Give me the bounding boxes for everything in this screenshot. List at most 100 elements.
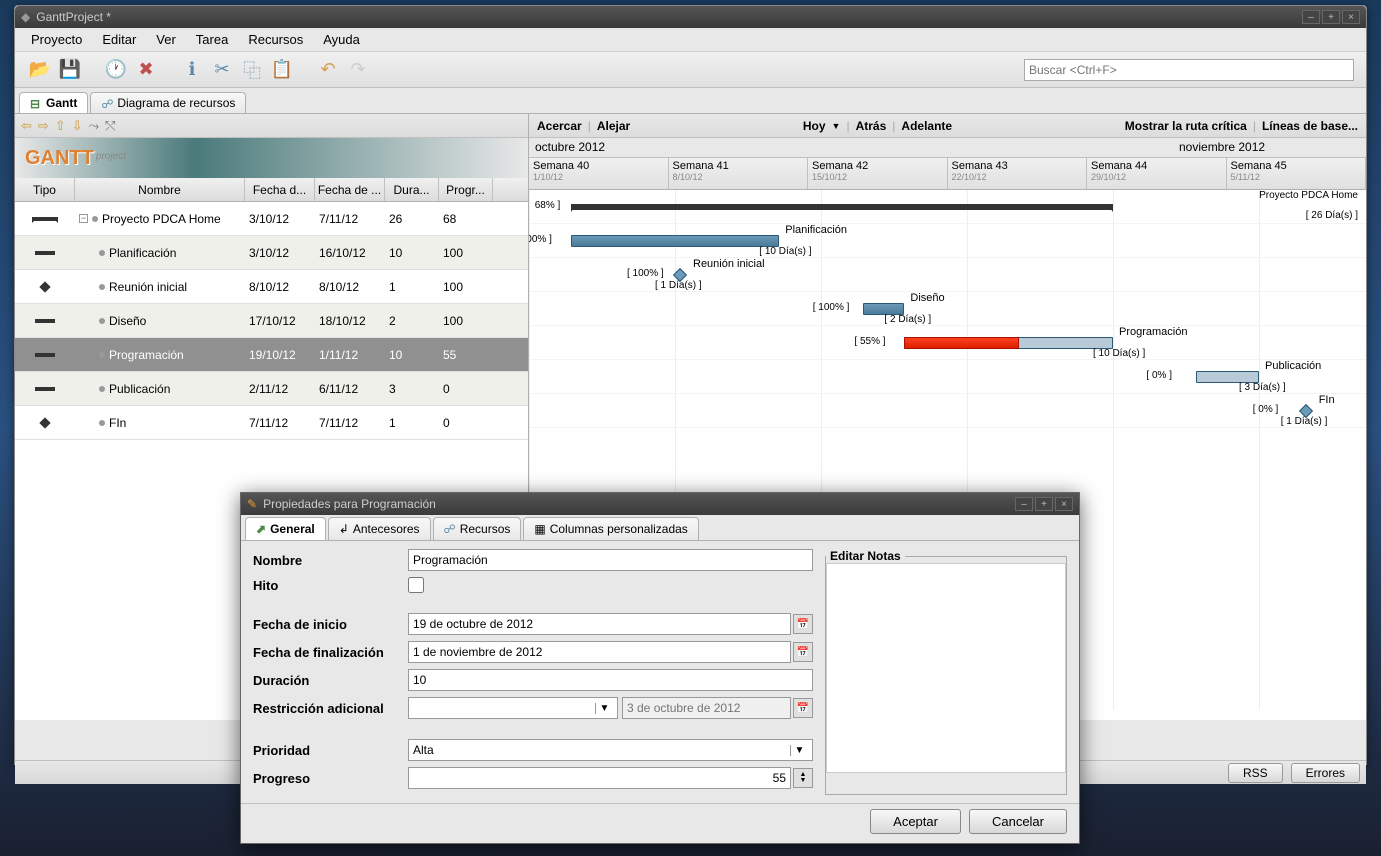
dialog-titlebar[interactable]: ✎ Propiedades para Programación – + × (241, 493, 1079, 515)
dialog-tab-general[interactable]: ⬈ General (245, 517, 326, 540)
redo-icon[interactable]: ↷ (345, 57, 371, 83)
search-input[interactable] (1024, 59, 1354, 81)
constraint-date-field[interactable] (622, 697, 791, 719)
task-row[interactable]: Planificación3/10/1216/10/1210100 (15, 236, 528, 270)
save-icon[interactable]: 💾 (57, 57, 83, 83)
priority-combo[interactable]: Alta ▼ (408, 739, 813, 761)
bar-label: Programación (1119, 326, 1187, 338)
start-date-field[interactable] (408, 613, 791, 635)
task-bar-done[interactable] (904, 337, 1019, 349)
today-dropdown-icon[interactable]: ▼ (832, 121, 841, 131)
baselines-button[interactable]: Líneas de base... (1262, 119, 1358, 133)
dialog-tab-custom[interactable]: ▦ Columnas personalizadas (523, 517, 698, 540)
open-icon[interactable]: 📂 (27, 57, 53, 83)
task-row[interactable]: −Proyecto PDCA Home3/10/127/11/122668 (15, 202, 528, 236)
task-row[interactable]: Programación19/10/121/11/121055 (15, 338, 528, 372)
paste-icon[interactable]: 📋 (269, 57, 295, 83)
notes-textarea[interactable] (826, 563, 1066, 773)
menu-task[interactable]: Tarea (188, 29, 237, 50)
task-row[interactable]: Publicación2/11/126/11/1230 (15, 372, 528, 406)
chart-row: Planificación100% ][ 10 Día(s) ] (529, 224, 1366, 258)
unlink-icon[interactable]: ⤳ (87, 116, 101, 136)
nav-down-icon[interactable]: ⇩ (70, 116, 85, 136)
nav-back-icon[interactable]: ⇦ (19, 116, 34, 136)
bullet-icon (99, 352, 105, 358)
zoom-in-button[interactable]: Acercar (537, 119, 582, 133)
milestone-icon (39, 417, 50, 428)
bar-progress-label: [ 55% ] (854, 336, 885, 347)
bar-progress-label: [ 100% ] (813, 302, 850, 313)
today-button[interactable]: Hoy (803, 119, 826, 133)
menu-view[interactable]: Ver (148, 29, 184, 50)
task-progress: 0 (439, 382, 493, 396)
week-column-header: Semana 418/10/12 (669, 158, 809, 189)
end-date-field[interactable] (408, 641, 791, 663)
col-start[interactable]: Fecha d... (245, 178, 315, 201)
bar-duration-label: [ 1 Día(s) ] (655, 280, 702, 291)
task-row[interactable]: Reunión inicial8/10/128/10/121100 (15, 270, 528, 304)
maximize-button[interactable]: + (1322, 10, 1340, 24)
task-progress: 55 (439, 348, 493, 362)
menu-edit[interactable]: Editar (94, 29, 144, 50)
constraint-combo[interactable]: ▼ (408, 697, 618, 719)
errors-button[interactable]: Errores (1291, 763, 1360, 783)
col-end[interactable]: Fecha de ... (315, 178, 385, 201)
task-bar-icon (35, 387, 55, 391)
bar-label: Publicación (1265, 360, 1321, 372)
info-icon[interactable]: ℹ (179, 57, 205, 83)
tab-resources[interactable]: ☍ Diagrama de recursos (90, 92, 246, 113)
minimize-button[interactable]: – (1302, 10, 1320, 24)
nav-up-icon[interactable]: ⇧ (53, 116, 68, 136)
menu-help[interactable]: Ayuda (315, 29, 368, 50)
copy-icon[interactable]: ⿻ (239, 57, 265, 83)
duration-field[interactable] (408, 669, 813, 691)
delete-icon[interactable]: ✖ (133, 57, 159, 83)
close-button[interactable]: × (1342, 10, 1360, 24)
cancel-button[interactable]: Cancelar (969, 809, 1067, 834)
rss-button[interactable]: RSS (1228, 763, 1283, 783)
dialog-minimize-button[interactable]: – (1015, 497, 1033, 511)
zoom-out-button[interactable]: Alejar (597, 119, 630, 133)
task-row[interactable]: Diseño17/10/1218/10/122100 (15, 304, 528, 338)
label-end: Fecha de finalización (253, 645, 408, 660)
milestone-checkbox[interactable] (408, 577, 424, 593)
task-end: 6/11/12 (315, 382, 385, 396)
menubar: Proyecto Editar Ver Tarea Recursos Ayuda (15, 28, 1366, 52)
critical-path-button[interactable]: Mostrar la ruta crítica (1125, 119, 1247, 133)
dialog-tab-predecessors[interactable]: ↲ Antecesores (328, 517, 431, 540)
col-progress[interactable]: Progr... (439, 178, 493, 201)
bar-duration-label: [ 10 Día(s) ] (759, 246, 811, 257)
ok-button[interactable]: Aceptar (870, 809, 961, 834)
menu-resources[interactable]: Recursos (240, 29, 311, 50)
dialog-tab-resources[interactable]: ☍ Recursos (433, 517, 522, 540)
cut-icon[interactable]: ✂ (209, 57, 235, 83)
col-duration[interactable]: Dura... (385, 178, 439, 201)
name-field[interactable] (408, 549, 813, 571)
nav-fwd-icon[interactable]: ⇨ (36, 116, 51, 136)
link-icon[interactable]: ⤲ (103, 116, 117, 136)
collapse-icon[interactable]: − (79, 214, 88, 223)
task-row[interactable]: FIn7/11/127/11/1210 (15, 406, 528, 440)
task-bar[interactable] (571, 235, 780, 247)
bullet-icon (99, 318, 105, 324)
clock-icon[interactable]: 🕐 (103, 57, 129, 83)
stepper-icon[interactable]: ▲▼ (793, 768, 813, 788)
tab-gantt[interactable]: ⊟ Gantt (19, 92, 88, 113)
window-title: GanttProject * (36, 10, 1302, 24)
calendar-icon[interactable]: 📅 (793, 614, 813, 634)
col-type[interactable]: Tipo (15, 178, 75, 201)
task-duration: 26 (385, 212, 439, 226)
menu-project[interactable]: Proyecto (23, 29, 90, 50)
notes-legend: Editar Notas (826, 549, 905, 563)
back-button[interactable]: Atrás (856, 119, 887, 133)
calendar-icon[interactable]: 📅 (793, 698, 813, 718)
forward-button[interactable]: Adelante (901, 119, 952, 133)
dialog-close-button[interactable]: × (1055, 497, 1073, 511)
col-name[interactable]: Nombre (75, 178, 245, 201)
progress-field[interactable] (408, 767, 791, 789)
dialog-maximize-button[interactable]: + (1035, 497, 1053, 511)
undo-icon[interactable]: ↶ (315, 57, 341, 83)
main-titlebar[interactable]: ◆ GanttProject * – + × (15, 6, 1366, 28)
calendar-icon[interactable]: 📅 (793, 642, 813, 662)
summary-bar[interactable] (571, 204, 1113, 210)
